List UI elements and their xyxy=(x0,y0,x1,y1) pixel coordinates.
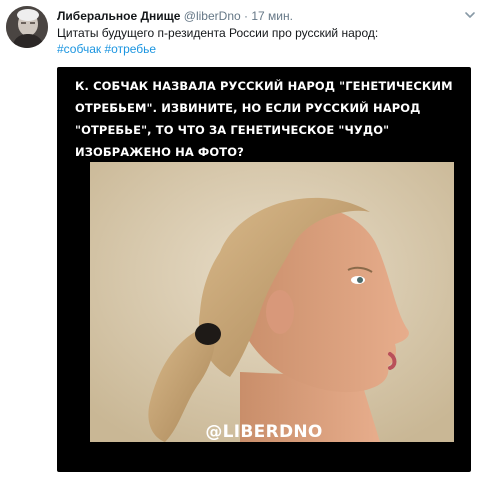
tweet-header: Либеральное Днище @liberDno · 17 мин. xyxy=(57,8,457,24)
tweet: Либеральное Днище @liberDno · 17 мин. Ци… xyxy=(0,0,487,480)
hashtags: #собчак #отребье xyxy=(57,41,156,57)
portrait-photo xyxy=(90,162,454,442)
avatar-photo xyxy=(6,6,48,48)
media-watermark: @LIBERDNO xyxy=(205,422,323,442)
tweet-text: Цитаты будущего п-резидента России про р… xyxy=(57,26,379,40)
author-handle[interactable]: @liberDno xyxy=(184,9,241,23)
author-name[interactable]: Либеральное Днище xyxy=(57,9,180,23)
chevron-down-icon[interactable] xyxy=(463,8,477,22)
hashtag-otrebye[interactable]: #отребье xyxy=(104,42,156,56)
media-caption: К. СОБЧАК НАЗВАЛА РУССКИЙ НАРОД "ГЕНЕТИЧ… xyxy=(75,79,453,159)
tweet-media[interactable]: К. СОБЧАК НАЗВАЛА РУССКИЙ НАРОД "ГЕНЕТИЧ… xyxy=(57,67,471,472)
avatar[interactable] xyxy=(6,6,48,48)
tweet-timestamp[interactable]: 17 мин. xyxy=(251,9,293,23)
hashtag-sobchak[interactable]: #собчак xyxy=(57,42,101,56)
separator-dot: · xyxy=(244,9,249,23)
